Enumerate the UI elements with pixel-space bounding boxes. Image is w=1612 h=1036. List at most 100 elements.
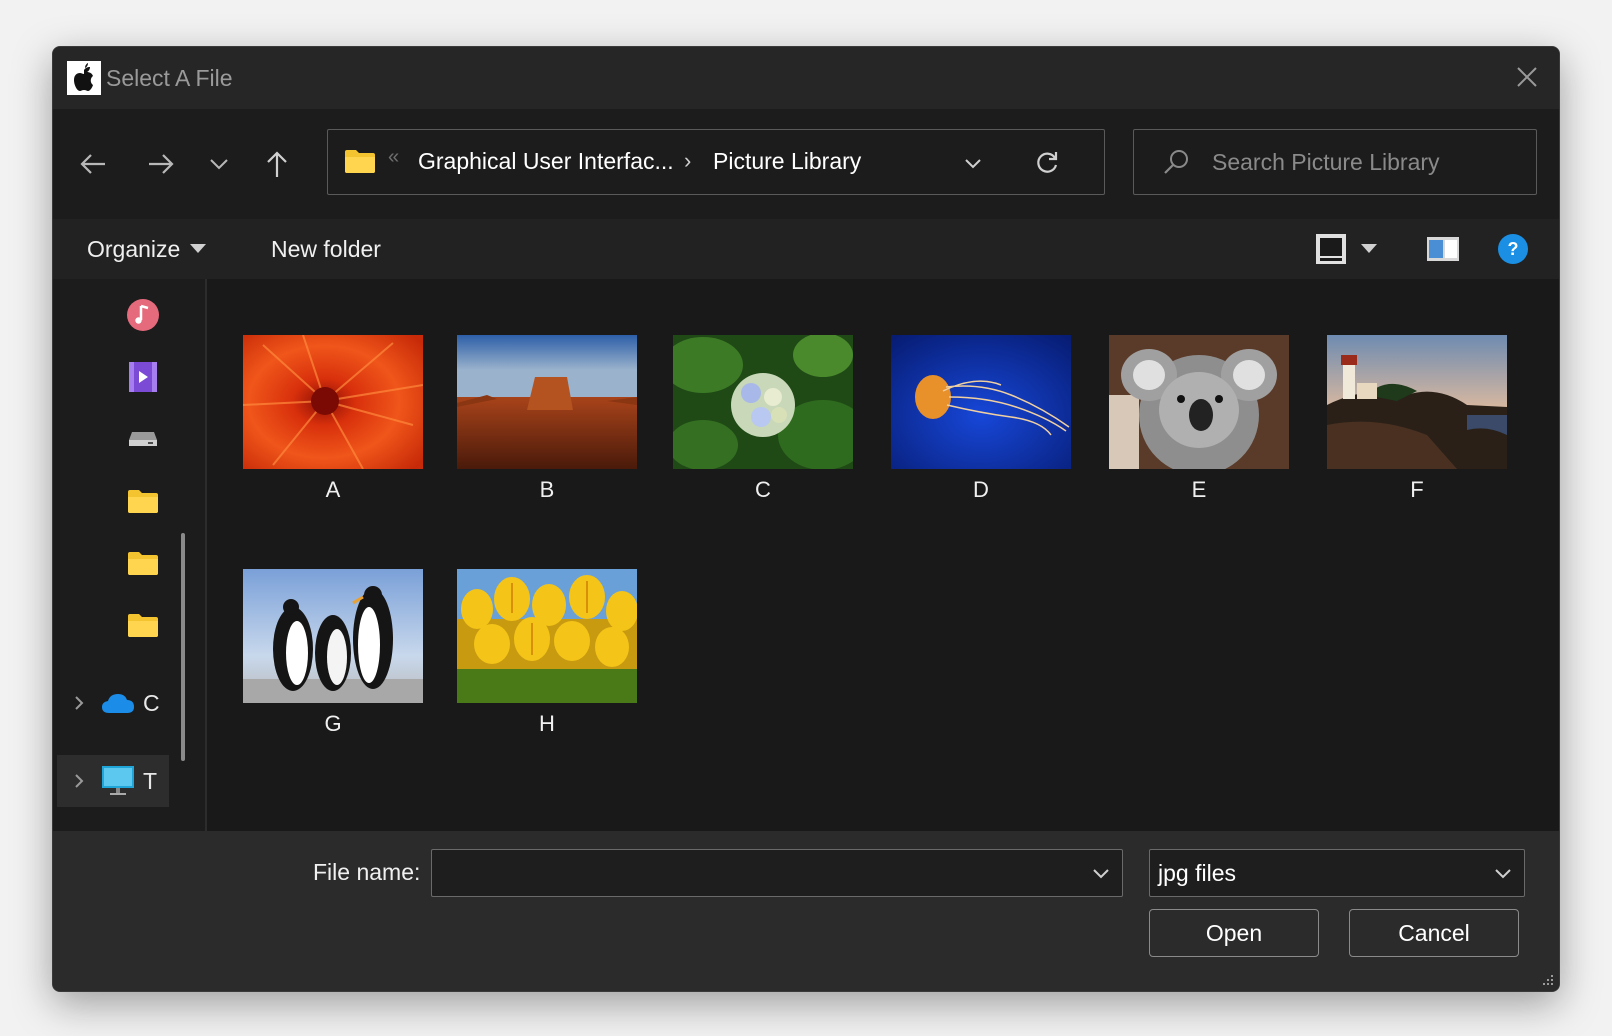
file-item[interactable]: A bbox=[243, 335, 423, 515]
nav-item-folder[interactable] bbox=[123, 481, 163, 521]
address-bar[interactable]: « Graphical User Interfac... › Picture L… bbox=[327, 129, 1105, 195]
arrow-up-icon bbox=[267, 151, 287, 177]
change-view-button[interactable] bbox=[1315, 231, 1395, 267]
file-list-view: A B C D E F G H bbox=[207, 279, 1559, 831]
recent-locations-button[interactable] bbox=[197, 142, 241, 186]
chevron-right-icon bbox=[75, 696, 84, 710]
chevron-down-icon bbox=[1093, 869, 1109, 879]
caret-down-icon bbox=[190, 244, 207, 253]
address-history-dropdown[interactable] bbox=[958, 148, 988, 178]
search-box[interactable] bbox=[1133, 129, 1537, 195]
help-button[interactable]: ? bbox=[1493, 231, 1533, 267]
nav-scrollbar-thumb[interactable] bbox=[181, 533, 185, 761]
up-button[interactable] bbox=[255, 142, 299, 186]
new-folder-button[interactable]: New folder bbox=[271, 231, 381, 267]
thumbnail-image bbox=[1327, 335, 1507, 469]
new-folder-label: New folder bbox=[271, 235, 381, 262]
search-input[interactable] bbox=[1210, 144, 1524, 180]
music-icon bbox=[127, 299, 159, 331]
chevron-right-icon bbox=[75, 774, 84, 788]
nav-item-music[interactable] bbox=[123, 295, 163, 335]
organize-menu-button[interactable]: Organize bbox=[87, 231, 207, 267]
breadcrumb-item[interactable]: Graphical User Interfac... bbox=[418, 148, 674, 175]
breadcrumb-separator[interactable]: › bbox=[684, 148, 691, 174]
view-layout-icon bbox=[1316, 234, 1346, 264]
nav-tree-label: T bbox=[143, 767, 158, 794]
file-name: F bbox=[1410, 477, 1424, 502]
preview-pane-icon bbox=[1427, 237, 1459, 261]
file-item[interactable]: B bbox=[457, 335, 637, 515]
thumbnail-image bbox=[1109, 335, 1289, 469]
file-type-value: jpg files bbox=[1158, 860, 1236, 886]
file-selection-panel: File name: jpg files Open Cancel bbox=[53, 831, 1559, 991]
file-item[interactable]: D bbox=[891, 335, 1071, 515]
folder-icon bbox=[128, 614, 158, 637]
cancel-button-label: Cancel bbox=[1398, 919, 1470, 946]
thumbnail-image bbox=[891, 335, 1071, 469]
cancel-button[interactable]: Cancel bbox=[1349, 909, 1519, 957]
chevron-down-icon bbox=[965, 159, 981, 169]
breadcrumb-overflow[interactable]: « bbox=[388, 146, 399, 169]
file-item[interactable]: C bbox=[673, 335, 853, 515]
videos-icon bbox=[129, 362, 157, 392]
file-name-label: File name: bbox=[313, 859, 421, 885]
thumbnail-image bbox=[457, 569, 637, 703]
navigation-bar: « Graphical User Interfac... › Picture L… bbox=[53, 109, 1559, 219]
close-icon bbox=[1517, 67, 1537, 87]
refresh-button[interactable] bbox=[1030, 146, 1064, 180]
caret-down-icon[interactable] bbox=[1361, 244, 1377, 254]
open-button-label: Open bbox=[1205, 919, 1263, 946]
drive-icon bbox=[129, 432, 157, 446]
file-name: G bbox=[324, 711, 342, 736]
file-item[interactable]: F bbox=[1327, 335, 1507, 515]
app-logo-icon bbox=[67, 61, 101, 95]
chevron-down-icon bbox=[1495, 869, 1511, 879]
file-name: B bbox=[539, 477, 555, 502]
refresh-icon bbox=[1037, 152, 1058, 173]
arrow-left-icon bbox=[80, 154, 105, 174]
file-item[interactable]: E bbox=[1109, 335, 1289, 515]
nav-item-folder[interactable] bbox=[123, 543, 163, 583]
file-name: C bbox=[755, 477, 771, 502]
breadcrumb-item[interactable]: Picture Library bbox=[713, 148, 861, 175]
navigation-pane: C T bbox=[53, 279, 203, 831]
open-button[interactable]: Open bbox=[1149, 909, 1319, 957]
this-pc-monitor-icon bbox=[102, 766, 134, 795]
command-bar: Organize New folder ? bbox=[53, 219, 1559, 279]
help-icon: ? bbox=[1498, 234, 1528, 264]
folder-icon bbox=[128, 552, 158, 575]
resize-grip-icon[interactable] bbox=[1539, 971, 1555, 987]
nav-tree-item-this-pc[interactable]: T bbox=[57, 755, 169, 807]
back-button[interactable] bbox=[71, 142, 115, 186]
close-button[interactable] bbox=[1507, 57, 1547, 97]
thumbnail-image bbox=[673, 335, 853, 469]
file-name-input[interactable] bbox=[440, 856, 1064, 892]
forward-button[interactable] bbox=[139, 142, 183, 186]
onedrive-cloud-icon bbox=[102, 694, 134, 713]
folder-icon bbox=[128, 490, 158, 513]
chevron-down-icon bbox=[210, 159, 228, 170]
search-icon bbox=[1164, 150, 1188, 174]
file-type-select[interactable]: jpg files bbox=[1149, 849, 1525, 897]
file-name-combobox[interactable] bbox=[431, 849, 1123, 897]
file-name: A bbox=[325, 477, 341, 502]
nav-item-videos[interactable] bbox=[123, 357, 163, 397]
svg-text:?: ? bbox=[1508, 239, 1519, 259]
folder-icon bbox=[345, 150, 375, 173]
file-item[interactable]: G bbox=[243, 569, 423, 749]
nav-tree-item-onedrive[interactable]: C bbox=[57, 677, 169, 729]
file-item[interactable]: H bbox=[457, 569, 637, 749]
file-name-dropdown-button[interactable] bbox=[1086, 858, 1116, 888]
nav-item-drive[interactable] bbox=[123, 419, 163, 459]
preview-pane-button[interactable] bbox=[1423, 231, 1463, 267]
nav-item-folder[interactable] bbox=[123, 605, 163, 645]
file-name: E bbox=[1191, 477, 1207, 502]
nav-tree-label: C bbox=[143, 689, 160, 716]
file-name: D bbox=[973, 477, 989, 502]
expand-chevron[interactable] bbox=[57, 695, 101, 711]
arrow-right-icon bbox=[149, 154, 174, 174]
expand-chevron[interactable] bbox=[57, 773, 101, 789]
thumbnail-image bbox=[243, 569, 423, 703]
title-bar: Select A File bbox=[53, 47, 1559, 109]
file-type-dropdown-button[interactable] bbox=[1488, 858, 1518, 888]
